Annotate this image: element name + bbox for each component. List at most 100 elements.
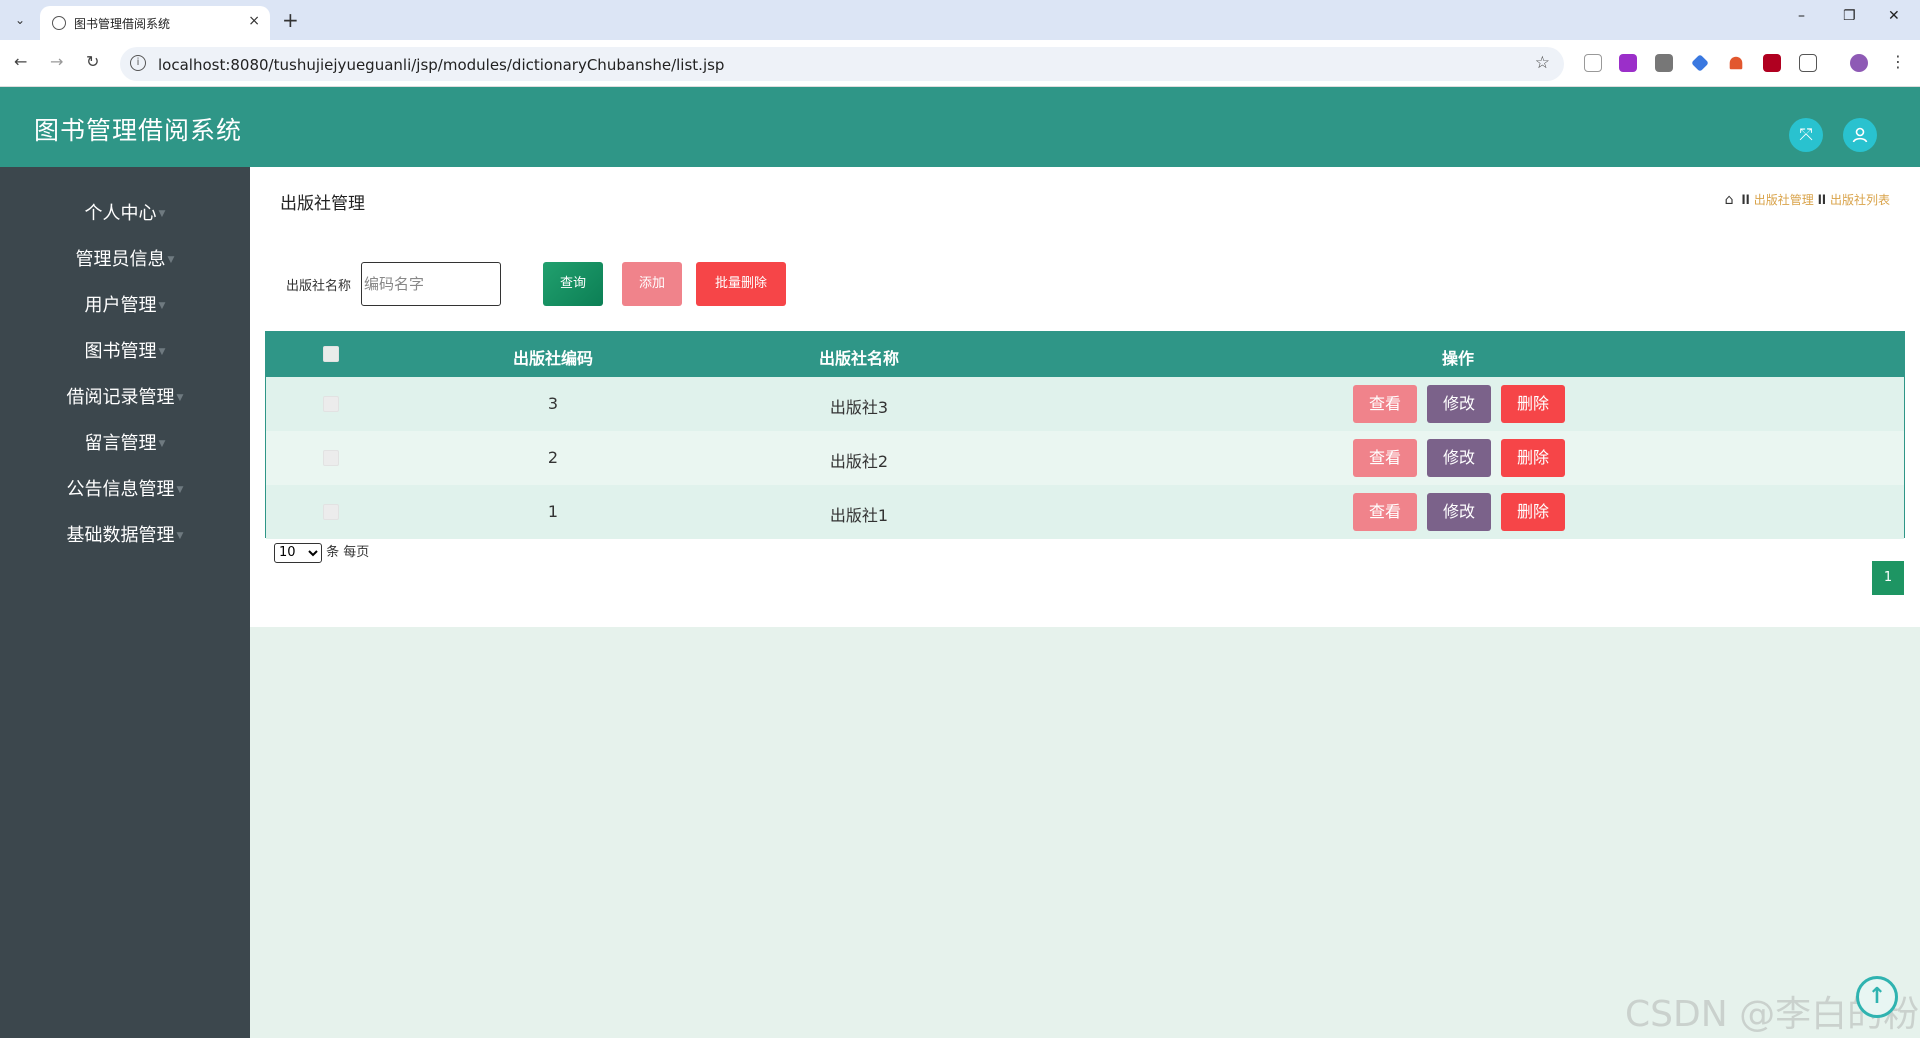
app-header: 图书管理借阅系统 ⤧ (0, 87, 1920, 167)
bookmark-star-icon[interactable]: ☆ (1535, 53, 1550, 73)
site-info-icon[interactable]: i (130, 55, 146, 71)
browser-menu-icon[interactable]: ⋮ (1890, 52, 1906, 71)
sidebar-item-label: 图书管理 (84, 341, 157, 362)
forward-button[interactable]: → (50, 52, 63, 71)
column-header-name: 出版社名称 (818, 349, 900, 368)
sidebar-item-borrow-records[interactable]: 借阅记录管理 ▼ (0, 383, 250, 409)
breadcrumb: ⌂ ll 出版社管理 ll 出版社列表 (1725, 191, 1890, 208)
delete-button[interactable]: 删除 (1501, 493, 1565, 531)
browser-tab[interactable]: 图书管理借阅系统 × (40, 6, 270, 40)
sidebar-item-label: 基础数据管理 (66, 525, 175, 546)
breadcrumb-item: 出版社列表 (1829, 193, 1890, 207)
query-button[interactable]: 查询 (543, 262, 603, 306)
reload-button[interactable]: ↻ (86, 52, 99, 71)
extension-icon-6[interactable] (1763, 54, 1781, 72)
site-favicon-icon (52, 16, 66, 30)
add-button[interactable]: 添加 (622, 262, 682, 306)
cell-name: 出版社3 (829, 398, 889, 417)
cell-name: 出版社1 (829, 506, 889, 525)
back-button[interactable]: ← (14, 52, 27, 71)
pagination-page-current[interactable]: 1 (1872, 561, 1904, 595)
app-title: 图书管理借阅系统 (34, 116, 243, 145)
sidebar-item-message-management[interactable]: 留言管理 ▼ (0, 429, 250, 455)
extension-icon-5[interactable] (1729, 56, 1743, 70)
delete-button[interactable]: 删除 (1501, 439, 1565, 477)
new-tab-button[interactable]: + (282, 8, 299, 32)
sidebar-item-label: 用户管理 (84, 295, 157, 316)
tab-title: 图书管理借阅系统 (74, 17, 171, 31)
sidebar-item-notice-management[interactable]: 公告信息管理 ▼ (0, 475, 250, 501)
user-glyph (1852, 127, 1868, 143)
extension-icon-4[interactable] (1691, 54, 1709, 72)
browser-toolbar: ← → ↻ i localhost:8080/tushujiejyueguanl… (0, 40, 1920, 87)
sidebar-item-book-management[interactable]: 图书管理 ▼ (0, 337, 250, 363)
edit-button[interactable]: 修改 (1427, 439, 1491, 477)
row-checkbox[interactable] (323, 396, 339, 412)
view-button[interactable]: 查看 (1353, 493, 1417, 531)
extensions-puzzle-icon[interactable] (1799, 54, 1817, 72)
cell-code: 3 (547, 394, 559, 413)
extension-icon-1[interactable] (1584, 54, 1602, 72)
sidebar-item-label: 借阅记录管理 (66, 387, 175, 408)
row-checkbox[interactable] (323, 504, 339, 520)
edit-button[interactable]: 修改 (1427, 493, 1491, 531)
table-row: 1 出版社1 查看 修改 删除 (266, 485, 1904, 539)
sidebar-item-user-management[interactable]: 用户管理 ▼ (0, 291, 250, 317)
edit-button[interactable]: 修改 (1427, 385, 1491, 423)
cell-code: 2 (547, 448, 559, 467)
sidebar: 个人中心 ▼ 管理员信息 ▼ 用户管理 ▼ 图书管理 ▼ 借阅记录管理 ▼ 留言管理 ▼ 公… (0, 167, 250, 1038)
select-all-checkbox[interactable] (323, 346, 339, 362)
table-header: 出版社编码 出版社名称 操作 (266, 332, 1904, 377)
search-label: 出版社名称 (286, 279, 352, 294)
breadcrumb-separator: ll (1741, 193, 1750, 207)
home-icon[interactable]: ⌂ (1725, 192, 1734, 208)
sidebar-item-personal-center[interactable]: 个人中心 ▼ (0, 199, 250, 225)
cell-name: 出版社2 (829, 452, 889, 471)
cell-code: 1 (547, 502, 559, 521)
chevron-down-icon: ▼ (167, 255, 175, 265)
column-header-code: 出版社编码 (512, 349, 594, 368)
chevron-down-icon: ▼ (158, 347, 166, 357)
sidebar-item-label: 个人中心 (84, 203, 157, 224)
search-input[interactable] (361, 262, 501, 306)
chevron-down-icon: ▼ (158, 301, 166, 311)
view-button[interactable]: 查看 (1353, 439, 1417, 477)
sidebar-item-admin-info[interactable]: 管理员信息 ▼ (0, 245, 250, 271)
breadcrumb-separator: ll (1817, 193, 1826, 207)
page-title: 出版社管理 (280, 194, 365, 214)
sidebar-item-label: 管理员信息 (75, 249, 166, 270)
sidebar-item-label: 留言管理 (84, 433, 157, 454)
table-row: 2 出版社2 查看 修改 删除 (266, 431, 1904, 485)
extension-icon-2[interactable] (1619, 54, 1637, 72)
tab-close-icon[interactable]: × (248, 13, 260, 29)
user-icon[interactable] (1843, 118, 1877, 152)
restore-button[interactable]: ❐ (1843, 8, 1856, 24)
extension-icon-3[interactable] (1655, 54, 1673, 72)
publisher-table: 出版社编码 出版社名称 操作 3 出版社3 查看 修改 删除 2 出版社2 查看… (265, 331, 1905, 539)
fullscreen-icon[interactable]: ⤧ (1789, 118, 1823, 152)
view-button[interactable]: 查看 (1353, 385, 1417, 423)
tab-search-button[interactable]: ⌄ (8, 8, 32, 32)
sidebar-item-base-data[interactable]: 基础数据管理 ▼ (0, 521, 250, 547)
chevron-down-icon: ▼ (176, 531, 184, 541)
delete-button[interactable]: 删除 (1501, 385, 1565, 423)
address-bar[interactable]: i localhost:8080/tushujiejyueguanli/jsp/… (120, 47, 1564, 81)
batch-delete-button[interactable]: 批量删除 (696, 262, 786, 306)
url-text[interactable]: localhost:8080/tushujiejyueguanli/jsp/mo… (158, 56, 724, 74)
content-panel: 出版社管理 ⌂ll出版社管理ll出版社列表 出版社名称 查询 添加 批量删除 出… (250, 167, 1920, 627)
close-window-button[interactable]: ✕ (1888, 8, 1900, 24)
chevron-down-icon: ▼ (176, 393, 184, 403)
chevron-down-icon: ▼ (158, 209, 166, 219)
page-size-control: 10 条 每页 (274, 541, 369, 563)
breadcrumb-item[interactable]: 出版社管理 (1754, 193, 1814, 207)
column-header-actions: 操作 (1441, 349, 1475, 368)
page-size-select[interactable]: 10 (274, 542, 322, 563)
profile-avatar-icon[interactable] (1850, 54, 1868, 72)
sidebar-item-label: 公告信息管理 (66, 479, 175, 500)
table-row: 3 出版社3 查看 修改 删除 (266, 377, 1904, 431)
row-checkbox[interactable] (323, 450, 339, 466)
chevron-down-icon: ▼ (176, 485, 184, 495)
page-size-suffix: 条 每页 (326, 545, 370, 560)
minimize-button[interactable]: – (1798, 8, 1805, 24)
back-to-top-icon[interactable]: ↑ (1856, 976, 1898, 1018)
